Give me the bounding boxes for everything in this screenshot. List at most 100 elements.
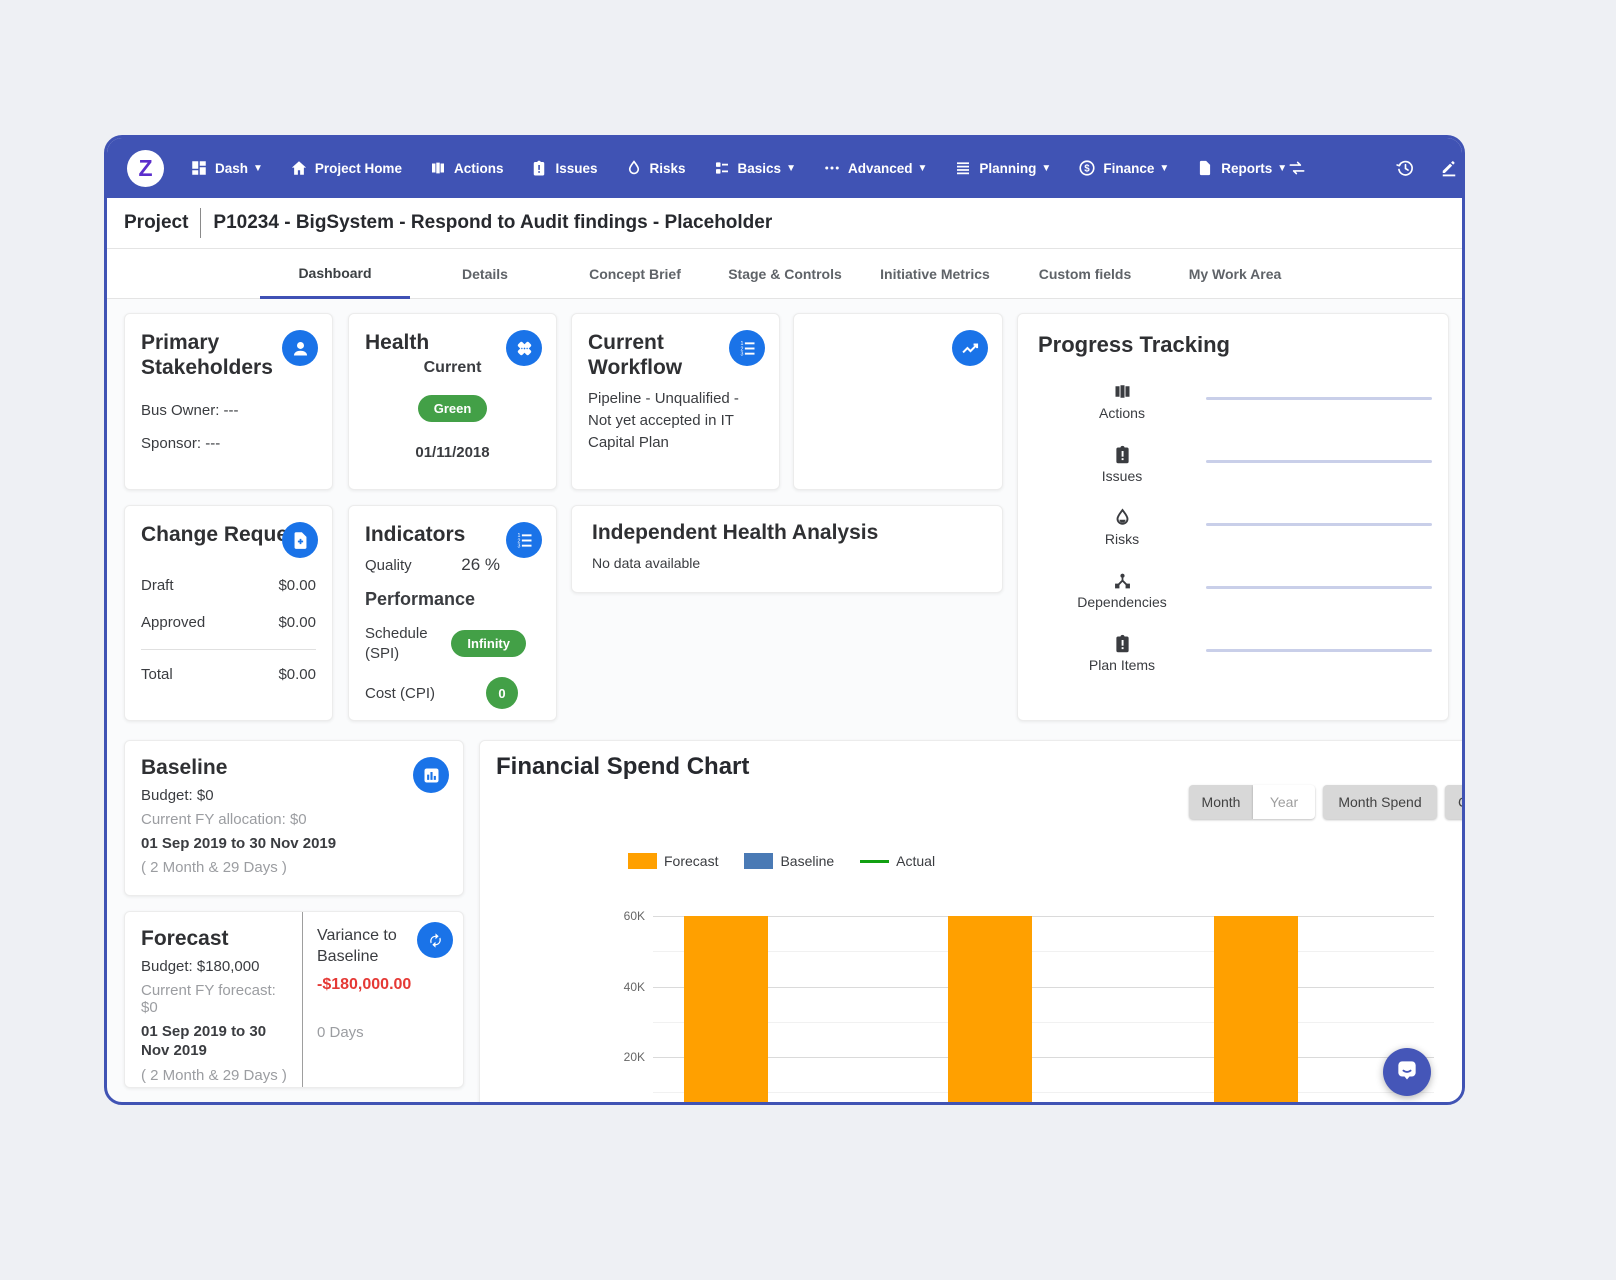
y-axis-tick-label: 40K bbox=[609, 980, 645, 994]
logo-letter: Z bbox=[138, 155, 152, 182]
baseline-card: Baseline Budget: $0 Current FY allocatio… bbox=[124, 740, 464, 896]
nav-item-label: Advanced bbox=[848, 161, 913, 176]
trend-card bbox=[793, 313, 1003, 490]
cpi-badge: 0 bbox=[486, 677, 518, 709]
droplet-icon bbox=[1112, 507, 1133, 528]
nav-item-label: Reports bbox=[1221, 161, 1272, 176]
progress-bar-track bbox=[1206, 649, 1432, 652]
spi-badge: Infinity bbox=[451, 630, 526, 657]
chat-launcher-button[interactable] bbox=[1383, 1048, 1431, 1096]
card-title: Primary Stakeholders bbox=[141, 330, 271, 380]
forecast-budget: Budget: $180,000 bbox=[141, 958, 292, 975]
progress-bar-track bbox=[1206, 397, 1432, 400]
nav-item-planning[interactable]: Planning ▼ bbox=[954, 159, 1051, 177]
healing-icon bbox=[506, 330, 542, 366]
nav-item-label: Basics bbox=[738, 161, 782, 176]
progress-row-label: Issues bbox=[1102, 468, 1142, 484]
document-icon bbox=[1196, 159, 1214, 177]
tab-dashboard[interactable]: Dashboard bbox=[260, 249, 410, 299]
spi-row: Schedule (SPI) Infinity bbox=[365, 624, 540, 663]
health-status-badge: Green bbox=[418, 395, 488, 422]
cpi-label: Cost (CPI) bbox=[365, 685, 435, 702]
nav-item-basics[interactable]: Basics ▼ bbox=[713, 159, 796, 177]
nav-item-advanced[interactable]: Advanced ▼ bbox=[823, 159, 927, 177]
y-axis-tick-label: 60K bbox=[609, 909, 645, 923]
performance-heading: Performance bbox=[365, 589, 540, 610]
tab-bar: Dashboard Details Concept Brief Stage & … bbox=[107, 249, 1462, 299]
tab-stage-controls[interactable]: Stage & Controls bbox=[710, 249, 860, 299]
change-request-card: Change Request Draft $0.00 Approved $0.0… bbox=[124, 505, 333, 721]
sponsor-value: Sponsor: --- bbox=[141, 435, 316, 452]
cr-value: $0.00 bbox=[278, 614, 316, 631]
forecast-bar[interactable] bbox=[1214, 916, 1298, 1105]
nav-item-risks[interactable]: Risks bbox=[625, 159, 686, 177]
nav-item-issues[interactable]: Issues bbox=[530, 159, 597, 177]
chevron-down-icon: ▼ bbox=[918, 163, 928, 174]
more-dots-icon bbox=[823, 159, 841, 177]
svg-text:3: 3 bbox=[517, 543, 520, 549]
cr-label: Approved bbox=[141, 614, 205, 631]
spi-label: Schedule (SPI) bbox=[365, 624, 445, 663]
nav-item-actions[interactable]: Actions bbox=[429, 159, 504, 177]
nav-item-project-home[interactable]: Project Home bbox=[290, 159, 402, 177]
nav-item-label: Dash bbox=[215, 161, 248, 176]
tab-details[interactable]: Details bbox=[410, 249, 560, 299]
tab-custom-fields[interactable]: Custom fields bbox=[1010, 249, 1160, 299]
card-title: Forecast bbox=[141, 926, 292, 951]
nav-item-label: Project Home bbox=[315, 161, 402, 176]
minor-gridline bbox=[653, 1022, 1434, 1023]
nav-item-dash[interactable]: Dash ▼ bbox=[190, 159, 263, 177]
nav-item-label: Risks bbox=[650, 161, 686, 176]
baseline-date-range: 01 Sep 2019 to 30 Nov 2019 bbox=[141, 835, 447, 852]
tab-my-work-area[interactable]: My Work Area bbox=[1160, 249, 1310, 299]
minor-gridline bbox=[653, 951, 1434, 952]
baseline-duration: ( 2 Month & 29 Days ) bbox=[141, 859, 447, 876]
dashboard-icon bbox=[190, 159, 208, 177]
tab-concept-brief[interactable]: Concept Brief bbox=[560, 249, 710, 299]
quality-value: 26 % bbox=[461, 555, 500, 575]
forecast-bar[interactable] bbox=[684, 916, 768, 1105]
edit-icon[interactable] bbox=[1439, 158, 1459, 178]
clipboard-alert-icon bbox=[530, 159, 548, 177]
divider bbox=[141, 649, 316, 650]
home-icon bbox=[290, 159, 308, 177]
variance-label: Variance to Baseline bbox=[317, 926, 407, 968]
progress-bar-track bbox=[1206, 460, 1432, 463]
current-workflow-card: Current Workflow 123 Pipeline - Unqualif… bbox=[571, 313, 780, 490]
major-gridline bbox=[653, 916, 1434, 917]
cr-total-label: Total bbox=[141, 666, 173, 683]
progress-row-dependencies: Dependencies bbox=[1038, 570, 1448, 610]
app-logo[interactable]: Z bbox=[127, 150, 164, 187]
indicators-card: Indicators 123 Quality 26 % Performance … bbox=[348, 505, 557, 721]
nav-item-finance[interactable]: $ Finance ▼ bbox=[1078, 159, 1169, 177]
tab-initiative-metrics[interactable]: Initiative Metrics bbox=[860, 249, 1010, 299]
history-icon[interactable] bbox=[1395, 158, 1415, 178]
svg-text:$: $ bbox=[1085, 163, 1091, 174]
dollar-circle-icon: $ bbox=[1078, 159, 1096, 177]
chat-bubble-icon bbox=[1394, 1057, 1420, 1088]
cr-label: Draft bbox=[141, 577, 174, 594]
quality-row: Quality 26 % bbox=[365, 555, 540, 575]
forecast-date-range: 01 Sep 2019 to 30 Nov 2019 bbox=[141, 1023, 292, 1061]
cr-row-total: Total $0.00 bbox=[141, 666, 316, 683]
cr-total-value: $0.00 bbox=[278, 666, 316, 683]
chevron-down-icon: ▼ bbox=[786, 163, 796, 174]
chart-plot-area[interactable]: 60K40K20K bbox=[480, 741, 1465, 1105]
project-header: Project P10234 - BigSystem - Respond to … bbox=[107, 198, 1462, 249]
nav-right-icons bbox=[1287, 158, 1465, 178]
nav-item-reports[interactable]: Reports ▼ bbox=[1196, 159, 1287, 177]
svg-text:3: 3 bbox=[740, 351, 743, 357]
person-icon bbox=[282, 330, 318, 366]
clipboard-alert-icon bbox=[1112, 633, 1133, 654]
top-navbar: Z Dash ▼ Project Home Actions Issues Ri bbox=[107, 138, 1462, 198]
numbered-list-icon: 123 bbox=[729, 330, 765, 366]
baseline-budget: Budget: $0 bbox=[141, 787, 447, 804]
progress-row-actions: Actions bbox=[1038, 381, 1448, 421]
compare-arrows-icon[interactable] bbox=[1287, 158, 1307, 178]
nav-item-label: Planning bbox=[979, 161, 1036, 176]
hub-icon bbox=[1112, 570, 1133, 591]
forecast-bar[interactable] bbox=[948, 916, 1032, 1105]
cr-value: $0.00 bbox=[278, 577, 316, 594]
nav-item-label: Finance bbox=[1103, 161, 1154, 176]
columns-icon bbox=[1112, 381, 1133, 402]
